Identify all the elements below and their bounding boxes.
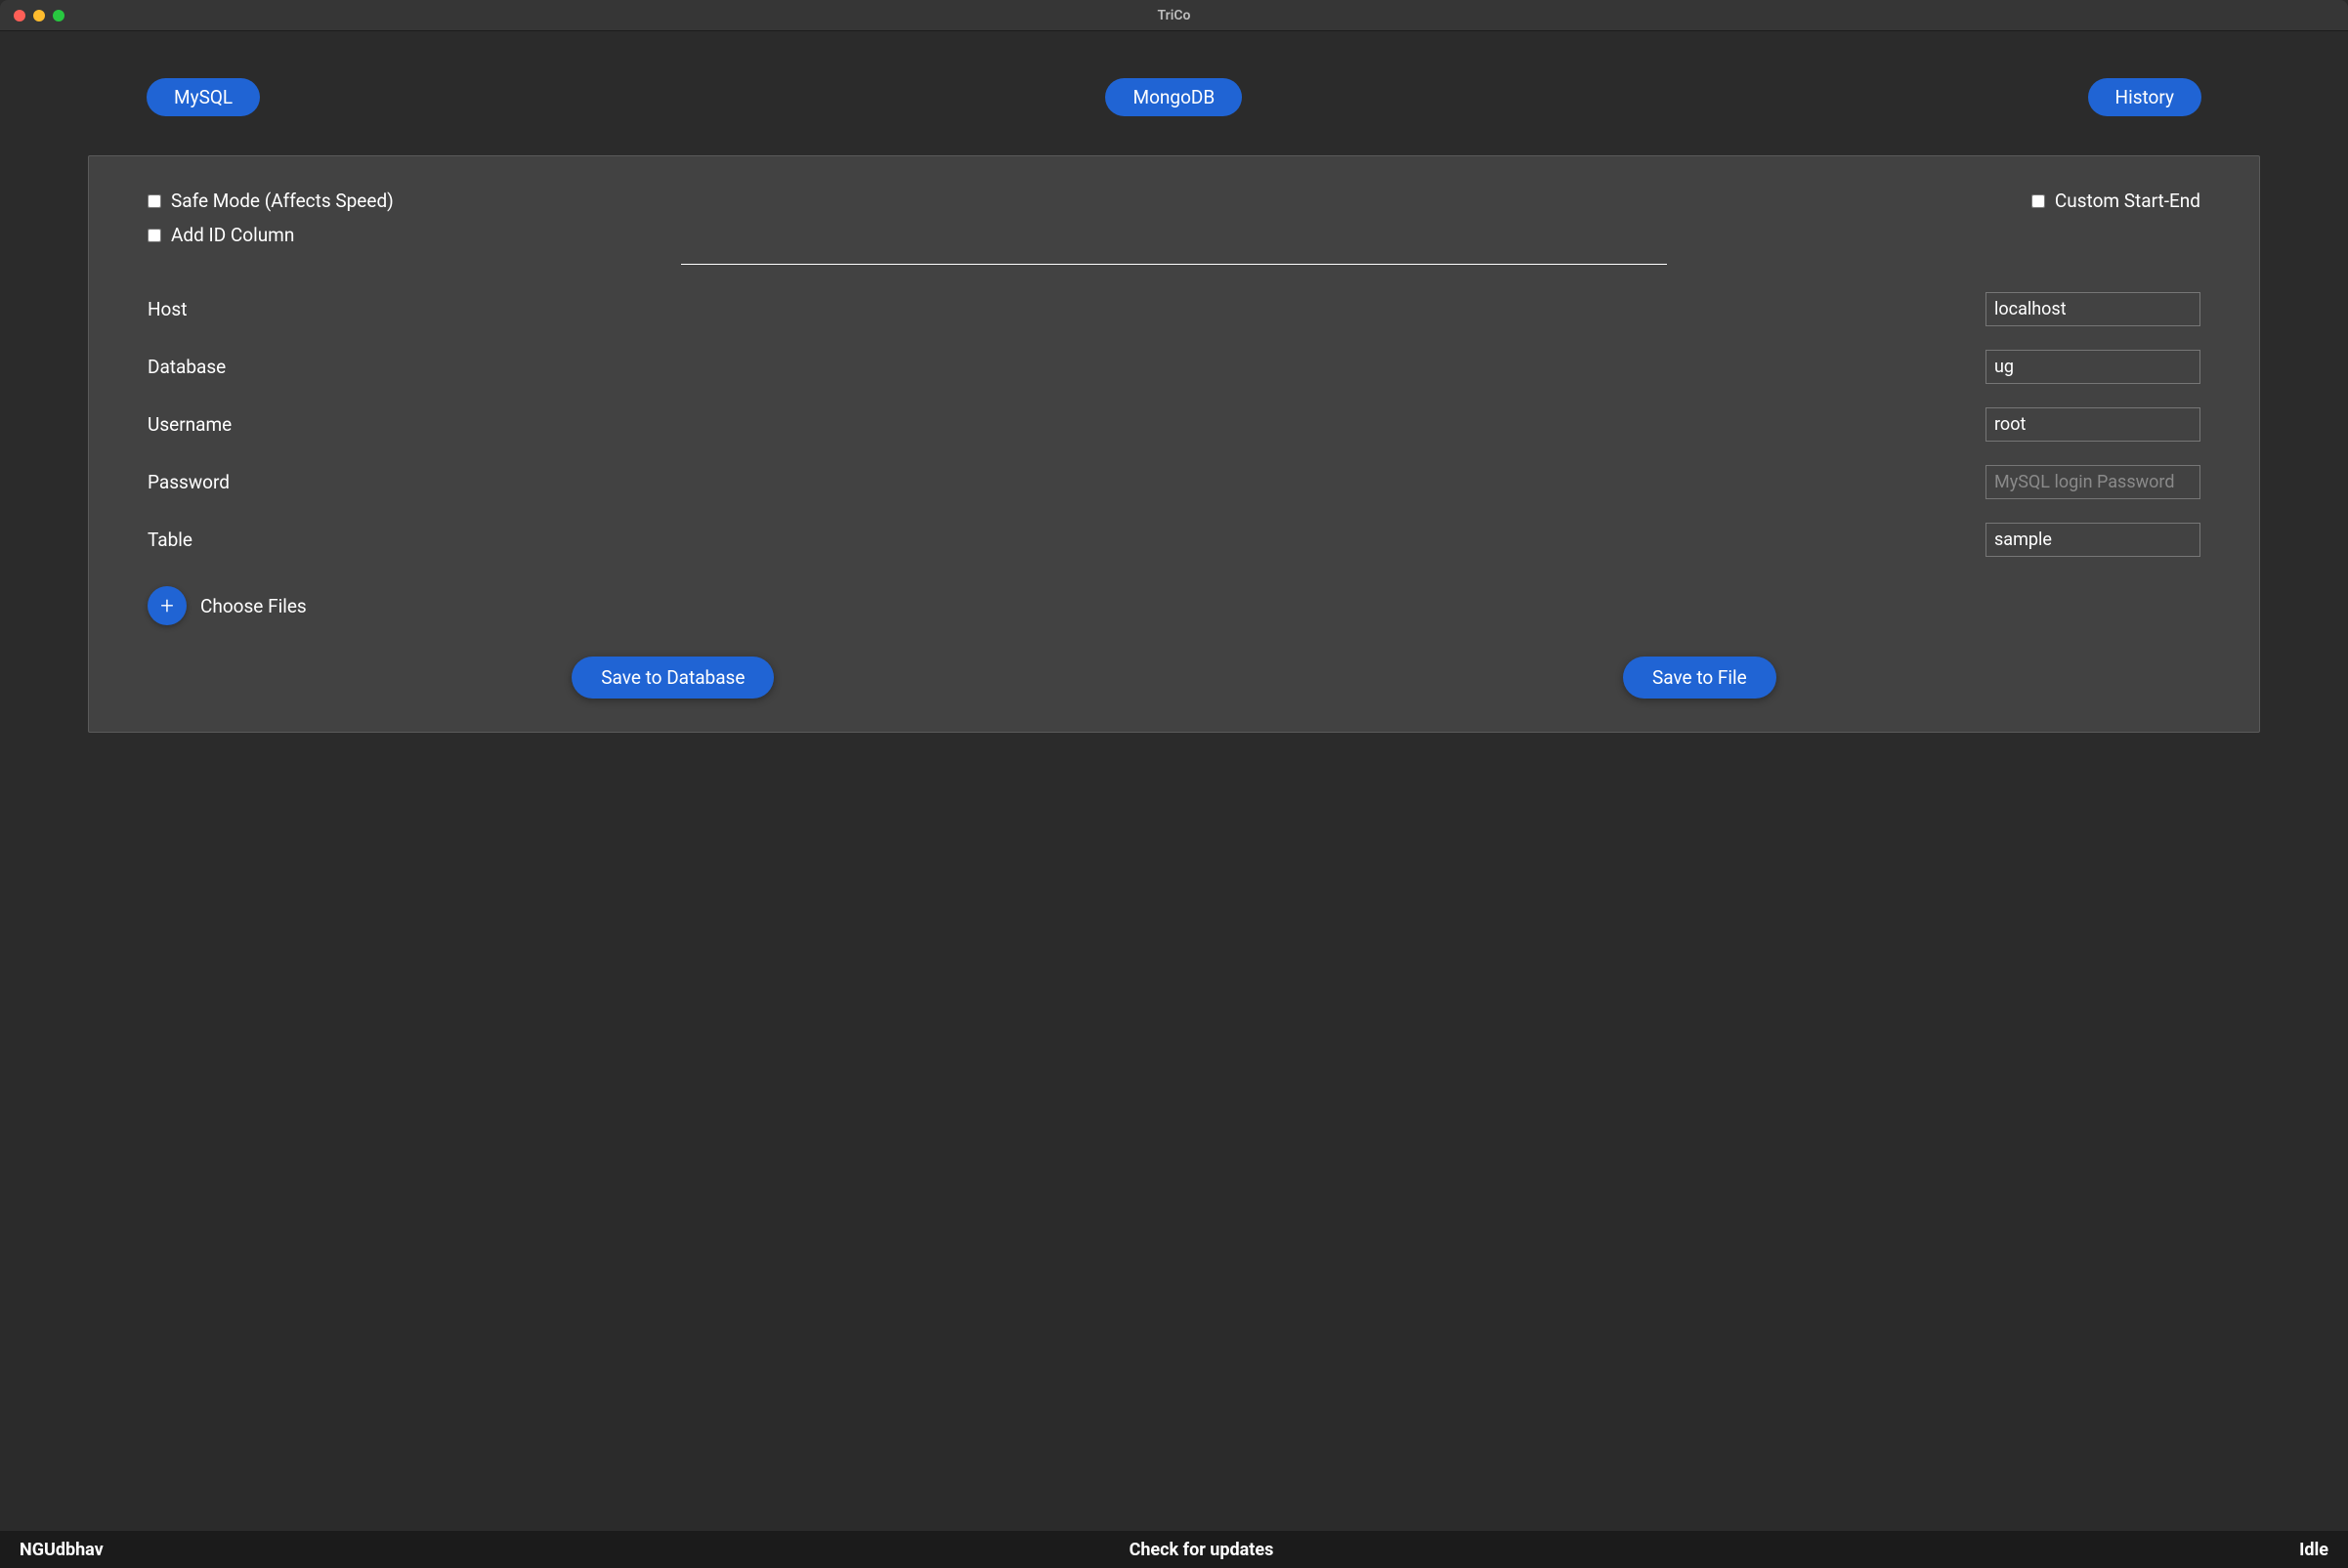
checkbox-row: Safe Mode (Affects Speed) Add ID Column … [148,190,2200,246]
main-panel: Safe Mode (Affects Speed) Add ID Column … [88,155,2260,733]
plus-icon: + [160,592,174,619]
add-id-text: Add ID Column [171,224,294,246]
database-row: Database [148,350,2200,384]
footer-status: Idle [2299,1540,2328,1560]
custom-range-checkbox-label[interactable]: Custom Start-End [2031,190,2200,212]
add-id-checkbox[interactable] [148,229,161,242]
connection-form: Host Database Username Password Table [148,292,2200,557]
close-window-button[interactable] [14,10,25,21]
safe-mode-checkbox-label[interactable]: Safe Mode (Affects Speed) [148,190,394,212]
titlebar: TriCo [0,0,2348,31]
footer: NGUdbhav Check for updates Idle [0,1531,2348,1568]
save-to-database-button[interactable]: Save to Database [572,657,774,699]
safe-mode-checkbox[interactable] [148,194,161,208]
table-input[interactable] [1985,523,2200,557]
check-updates-link[interactable]: Check for updates [1130,1540,1274,1560]
tab-mysql[interactable]: MySQL [147,78,260,116]
table-label: Table [148,529,192,551]
divider [681,264,1666,265]
action-row: Save to Database Save to File [148,657,2200,699]
minimize-window-button[interactable] [33,10,45,21]
host-label: Host [148,298,187,320]
username-row: Username [148,407,2200,442]
database-input[interactable] [1985,350,2200,384]
username-input[interactable] [1985,407,2200,442]
window-title: TriCo [1158,8,1191,23]
footer-author: NGUdbhav [20,1540,104,1560]
tab-history[interactable]: History [2088,78,2201,116]
password-input[interactable] [1985,465,2200,499]
choose-files-row: + Choose Files [148,586,2200,625]
table-row: Table [148,523,2200,557]
password-label: Password [148,471,230,493]
add-file-button[interactable]: + [148,586,187,625]
app-body: MySQL MongoDB History Safe Mode (Affects… [0,31,2348,1531]
username-label: Username [148,413,232,436]
maximize-window-button[interactable] [53,10,64,21]
safe-mode-text: Safe Mode (Affects Speed) [171,190,394,212]
tab-mongodb[interactable]: MongoDB [1105,78,1242,116]
custom-range-text: Custom Start-End [2055,190,2200,212]
host-row: Host [148,292,2200,326]
host-input[interactable] [1985,292,2200,326]
database-label: Database [148,356,226,378]
window-controls [0,10,64,21]
custom-range-checkbox[interactable] [2031,194,2045,208]
add-id-checkbox-label[interactable]: Add ID Column [148,224,394,246]
choose-files-label: Choose Files [200,595,307,617]
password-row: Password [148,465,2200,499]
tab-row: MySQL MongoDB History [88,78,2260,155]
save-to-file-button[interactable]: Save to File [1623,657,1776,699]
